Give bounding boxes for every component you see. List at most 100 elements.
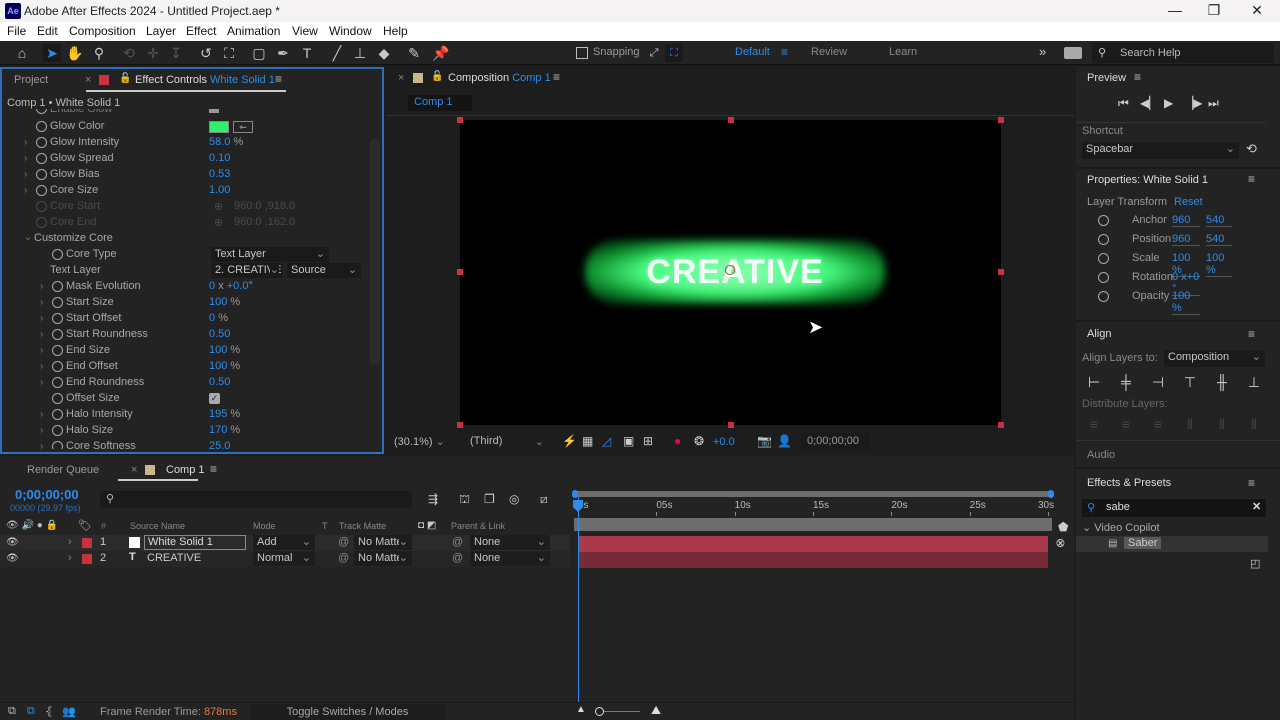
- magnification-dropdown[interactable]: (30.1%) ⌄: [394, 435, 456, 451]
- tab-project[interactable]: Project: [14, 74, 48, 86]
- stopwatch-icon[interactable]: [52, 297, 63, 308]
- dolly-camera-icon[interactable]: ↧: [167, 44, 185, 62]
- stopwatch-icon[interactable]: [52, 345, 63, 356]
- align-top-icon[interactable]: ⊤: [1182, 374, 1198, 390]
- reset-exposure-icon[interactable]: ❂: [694, 434, 704, 448]
- timeline-search-field[interactable]: ⚲: [100, 491, 412, 508]
- transform-value-1[interactable]: 100 %: [1172, 290, 1200, 315]
- stopwatch-icon[interactable]: [52, 425, 63, 436]
- frame-blending-icon[interactable]: ❐: [484, 492, 495, 506]
- effect-row-value[interactable]: 100 %: [209, 360, 240, 372]
- new-folder-icon[interactable]: ◰: [1250, 557, 1260, 570]
- core-type-dropdown[interactable]: Text Layer ⌄: [211, 247, 329, 262]
- twirl-chevron-icon[interactable]: ›: [40, 329, 43, 340]
- parent-pickwhip-icon[interactable]: @: [452, 536, 463, 548]
- transfer-controls-icon[interactable]: ⧉: [27, 705, 35, 718]
- menu-edit[interactable]: Edit: [37, 24, 58, 38]
- layer-handle[interactable]: [457, 269, 463, 275]
- twirl-chevron-icon[interactable]: ›: [24, 137, 27, 148]
- track-matte-dropdown[interactable]: No Matte ⌄: [354, 535, 412, 550]
- effect-row-value[interactable]: 0.10: [209, 152, 230, 164]
- twirl-down-icon[interactable]: ⌄: [24, 232, 32, 243]
- track-matte-dropdown[interactable]: No Matte ⌄: [354, 551, 412, 566]
- exposure-value[interactable]: +0.0: [713, 436, 735, 448]
- offset-size-checkbox[interactable]: ✓: [209, 393, 220, 404]
- stopwatch-icon[interactable]: [36, 137, 47, 148]
- effect-row-value[interactable]: 170 %: [209, 424, 240, 436]
- layer-bar-white-solid[interactable]: [578, 536, 1048, 552]
- effect-row-value[interactable]: 100 %: [209, 296, 240, 308]
- resolution-dropdown[interactable]: (Third) ⌄: [470, 435, 548, 451]
- current-time-display[interactable]: 0;00;00;00: [802, 433, 870, 451]
- stopwatch-icon[interactable]: [52, 361, 63, 372]
- brush-tool-icon[interactable]: ╱: [328, 44, 346, 62]
- rotation-tool-icon[interactable]: ↺: [197, 44, 215, 62]
- twirl-chevron-icon[interactable]: ›: [40, 441, 43, 449]
- hand-tool-icon[interactable]: ✋: [66, 44, 84, 62]
- audio-title[interactable]: Audio: [1087, 449, 1115, 461]
- layer-label-color[interactable]: [82, 538, 92, 548]
- type-tool-icon[interactable]: T: [298, 44, 316, 62]
- panel-menu-icon[interactable]: ≡: [210, 462, 217, 476]
- effect-row-value[interactable]: 0.50: [209, 376, 230, 388]
- clone-stamp-icon[interactable]: ⊥: [351, 44, 369, 62]
- workspace-learn[interactable]: Learn: [889, 46, 917, 58]
- comp-subtab[interactable]: Comp 1: [408, 95, 472, 111]
- layer-switches-icon[interactable]: ⧉: [8, 705, 16, 718]
- zoom-in-icon[interactable]: ⛰: [651, 703, 661, 718]
- effect-row-value[interactable]: 0.50: [209, 328, 230, 340]
- comp-button-icon[interactable]: ⮿: [1056, 538, 1065, 551]
- effect-result-saber[interactable]: ▤ Saber: [1076, 536, 1268, 552]
- stopwatch-icon[interactable]: [36, 121, 47, 132]
- stopwatch-icon[interactable]: [52, 329, 63, 340]
- stopwatch-icon[interactable]: [36, 153, 47, 164]
- effect-row-value[interactable]: 0 %: [209, 312, 228, 324]
- workspace-menu-icon[interactable]: ≡: [781, 45, 788, 59]
- panel-menu-icon[interactable]: ≡: [1248, 327, 1255, 341]
- stopwatch-icon[interactable]: [1098, 253, 1109, 264]
- region-of-interest-icon[interactable]: ▣: [623, 434, 634, 448]
- rectangle-tool-icon[interactable]: ▢: [250, 44, 268, 62]
- align-vertical-center-icon[interactable]: ╫: [1214, 374, 1230, 390]
- workspace-default[interactable]: Default: [735, 46, 770, 58]
- panel-menu-icon[interactable]: ≡: [1134, 70, 1141, 84]
- toggle-switches-modes-button[interactable]: Toggle Switches / Modes: [250, 704, 445, 720]
- transform-value-1[interactable]: 960: [1172, 233, 1200, 246]
- twirl-chevron-icon[interactable]: ›: [40, 361, 43, 372]
- close-tab-icon[interactable]: ×: [131, 464, 137, 476]
- parent-dropdown[interactable]: None ⌄: [470, 535, 550, 550]
- zoom-tool-icon[interactable]: ⚲: [90, 44, 108, 62]
- twirl-chevron-icon[interactable]: ›: [40, 409, 43, 420]
- show-snapshot-icon[interactable]: 👤: [777, 434, 792, 448]
- first-frame-icon[interactable]: ⏮: [1118, 96, 1129, 111]
- visibility-eye-icon[interactable]: 👁: [6, 537, 19, 548]
- twirl-chevron-icon[interactable]: ›: [40, 345, 43, 356]
- transform-value-2[interactable]: 540: [1206, 233, 1232, 246]
- parent-pickwhip-icon[interactable]: @: [452, 552, 463, 564]
- minimize-button[interactable]: —: [1160, 2, 1190, 18]
- snap-edges-icon[interactable]: ⤢: [645, 44, 663, 62]
- visibility-eye-icon[interactable]: 👁: [6, 553, 19, 564]
- timeline-current-time[interactable]: 0;00;00;00: [15, 487, 79, 502]
- align-to-dropdown[interactable]: Composition ⌄: [1164, 350, 1265, 367]
- timeline-zoom-slider[interactable]: [604, 711, 640, 712]
- snap-features-icon[interactable]: ⛶: [665, 44, 683, 62]
- stopwatch-icon[interactable]: [52, 377, 63, 388]
- roto-brush-icon[interactable]: ✎: [405, 44, 423, 62]
- tab-effect-controls[interactable]: Effect Controls White Solid 1: [135, 74, 275, 86]
- effects-search-field[interactable]: ⚲ sabe ✕: [1082, 499, 1266, 517]
- effect-row-value[interactable]: 100 %: [209, 344, 240, 356]
- layer-name[interactable]: CREATIVE: [147, 552, 201, 564]
- twirl-chevron-icon[interactable]: ›: [24, 153, 27, 164]
- tab-render-queue[interactable]: Render Queue: [27, 464, 99, 476]
- home-icon[interactable]: ⌂: [13, 44, 31, 62]
- clear-search-icon[interactable]: ✕: [1252, 500, 1261, 513]
- stopwatch-icon[interactable]: [1098, 234, 1109, 245]
- reset-shortcut-icon[interactable]: ⟲: [1246, 141, 1257, 157]
- stopwatch-icon[interactable]: [36, 109, 47, 114]
- layer-handle[interactable]: [457, 422, 463, 428]
- grid-guides-icon[interactable]: ⊞: [643, 434, 653, 448]
- work-area-bar[interactable]: [574, 491, 1052, 497]
- twirl-chevron-icon[interactable]: ›: [40, 425, 43, 436]
- comp-duration-bar[interactable]: [574, 518, 1052, 531]
